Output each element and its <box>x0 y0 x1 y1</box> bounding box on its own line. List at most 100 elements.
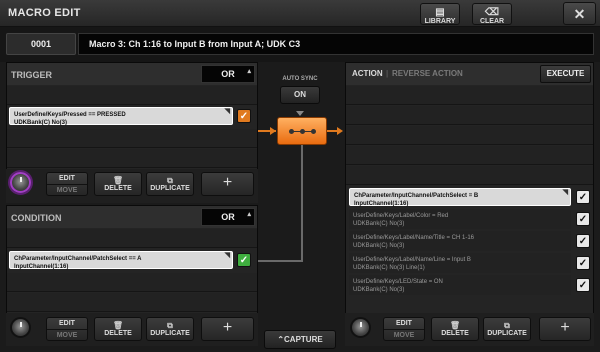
trigger-knob[interactable] <box>10 172 31 193</box>
edit-label: EDIT <box>384 318 424 330</box>
node-dot-icon <box>289 129 294 134</box>
trigger-add-button[interactable]: + <box>201 172 254 196</box>
condition-empty-row <box>7 293 257 312</box>
trigger-empty-row <box>7 129 257 148</box>
action-entry[interactable]: ChParameter/InputChannel/PatchSelect = B… <box>349 188 571 207</box>
condition-delete-button[interactable]: 🗑 DELETE <box>94 317 142 341</box>
action-empty-row <box>346 106 593 125</box>
condition-entry[interactable]: ChParameter/InputChannel/PatchSelect == … <box>9 251 233 270</box>
dropdown-icon: ▴ <box>247 211 251 218</box>
clear-button[interactable]: ⌫ CLEAR <box>472 3 512 25</box>
action-duplicate-button[interactable]: ⧉ DUPLICATE <box>483 317 531 341</box>
trigger-entry-checkbox[interactable]: ✓ <box>237 109 251 123</box>
condition-logic-select[interactable]: OR ▴ <box>201 208 255 226</box>
capture-button[interactable]: ⌃CAPTURE <box>264 330 336 349</box>
macro-name-field[interactable]: Macro 3: Ch 1:16 to Input B from Input A… <box>78 33 594 55</box>
move-label: MOVE <box>56 187 78 194</box>
move-label: MOVE <box>56 332 78 339</box>
auto-sync-label: AUTO SYNC <box>282 76 318 82</box>
trigger-logic-value: OR <box>221 69 235 79</box>
trigger-entry[interactable]: UserDefine/Keys/Pressed == PRESSED UDKBa… <box>9 107 233 126</box>
edit-corner-icon: ◥ <box>224 252 230 259</box>
condition-label: CONDITION <box>11 213 62 223</box>
condition-entry-checkbox[interactable]: ✓ <box>237 253 251 267</box>
clear-icon: ⌫ <box>484 7 500 18</box>
action-entry-line2: UDKBank(C) No(3) Line(1) <box>353 265 425 271</box>
action-entry-line2: UDKBank(C) No(3) <box>353 287 405 293</box>
action-entry-checkbox[interactable]: ✓ <box>576 212 590 226</box>
trigger-logic-select[interactable]: OR ▴ <box>201 65 255 83</box>
condition-logic-value: OR <box>221 212 235 222</box>
dropdown-icon: ▴ <box>247 68 251 75</box>
action-add-button[interactable]: + <box>539 317 591 341</box>
capture-label: CAPTURE <box>284 335 323 344</box>
action-empty-row <box>346 126 593 145</box>
tab-action[interactable]: ACTION <box>352 69 383 78</box>
arrow-right-icon <box>270 127 276 135</box>
close-button[interactable]: ✕ <box>563 2 596 25</box>
action-entry-line1: ChParameter/InputChannel/PatchSelect = B <box>354 193 479 199</box>
window-title: MACRO EDIT <box>8 7 81 19</box>
clear-button-label: CLEAR <box>479 18 505 25</box>
library-button[interactable]: ▤ LIBRARY <box>420 3 460 25</box>
condition-entry-line1: ChParameter/InputChannel/PatchSelect == … <box>14 256 142 262</box>
chevron-up-icon: ⌃ <box>277 335 285 344</box>
action-entry-line1: UserDefine/Keys/LED/State = ON <box>353 279 443 285</box>
trigger-delete-button[interactable]: 🗑 DELETE <box>94 172 142 196</box>
action-edit-button[interactable]: EDIT MOVE <box>383 317 425 341</box>
action-knob[interactable] <box>350 317 371 338</box>
auto-sync-toggle[interactable]: ON <box>280 86 320 104</box>
trash-icon: 🗑 <box>449 321 461 330</box>
trigger-entry-line2: UDKBank(C) No(3) <box>14 120 67 126</box>
trigger-empty-row <box>7 86 257 105</box>
action-empty-row <box>346 146 593 165</box>
duplicate-label: DUPLICATE <box>150 185 190 192</box>
move-label: MOVE <box>393 332 415 339</box>
macro-flow-node[interactable] <box>277 117 327 145</box>
duplicate-icon: ⧉ <box>504 321 510 330</box>
trigger-label: TRIGGER <box>11 70 53 80</box>
macro-number[interactable]: 0001 <box>6 33 76 55</box>
action-entry-line1: UserDefine/Keys/Label/Name/Title = CH 1-… <box>353 235 474 241</box>
library-button-label: LIBRARY <box>424 18 456 25</box>
tab-reverse-action[interactable]: REVERSE ACTION <box>392 69 463 78</box>
action-empty-row <box>346 86 593 105</box>
edit-label: EDIT <box>47 318 87 330</box>
action-entry-checkbox[interactable]: ✓ <box>576 234 590 248</box>
action-entry[interactable]: UserDefine/Keys/LED/State = ON UDKBank(C… <box>349 275 571 295</box>
duplicate-label: DUPLICATE <box>150 330 190 337</box>
action-entry-line2: UDKBank(C) No(3) <box>353 243 405 249</box>
action-entry[interactable]: UserDefine/Keys/Label/Color = Red UDKBan… <box>349 209 571 229</box>
duplicate-icon: ⧉ <box>167 321 173 330</box>
trash-icon: 🗑 <box>112 321 124 330</box>
action-entry-checkbox[interactable]: ✓ <box>576 190 590 204</box>
delete-label: DELETE <box>104 330 132 337</box>
node-dot-icon <box>311 129 316 134</box>
trash-icon: 🗑 <box>112 176 124 185</box>
action-entry-line2: UDKBank(C) No(3) <box>353 221 405 227</box>
condition-add-button[interactable]: + <box>201 317 254 341</box>
condition-empty-row <box>7 273 257 292</box>
delete-label: DELETE <box>104 185 132 192</box>
action-entry[interactable]: UserDefine/Keys/Label/Name/Title = CH 1-… <box>349 231 571 251</box>
trigger-entry-line1: UserDefine/Keys/Pressed == PRESSED <box>14 112 126 118</box>
trigger-edit-button[interactable]: EDIT MOVE <box>46 172 88 196</box>
execute-button[interactable]: EXECUTE <box>540 65 591 83</box>
action-entry[interactable]: UserDefine/Keys/Label/Name/Line = Input … <box>349 253 571 273</box>
tab-separator: | <box>386 69 389 78</box>
condition-edit-button[interactable]: EDIT MOVE <box>46 317 88 341</box>
condition-connector-vertical <box>301 145 303 260</box>
action-delete-button[interactable]: 🗑 DELETE <box>431 317 479 341</box>
duplicate-label: DUPLICATE <box>487 330 527 337</box>
down-triangle-icon <box>296 111 304 116</box>
arrow-right-icon <box>337 127 343 135</box>
condition-knob[interactable] <box>10 317 31 338</box>
condition-duplicate-button[interactable]: ⧉ DUPLICATE <box>146 317 194 341</box>
condition-entry-line2: InputChannel(1:16) <box>14 264 69 270</box>
trigger-duplicate-button[interactable]: ⧉ DUPLICATE <box>146 172 194 196</box>
library-icon: ▤ <box>435 7 445 18</box>
action-entry-checkbox[interactable]: ✓ <box>576 256 590 270</box>
edit-label: EDIT <box>47 173 87 185</box>
action-entry-checkbox[interactable]: ✓ <box>576 278 590 292</box>
trigger-empty-row <box>7 149 257 168</box>
